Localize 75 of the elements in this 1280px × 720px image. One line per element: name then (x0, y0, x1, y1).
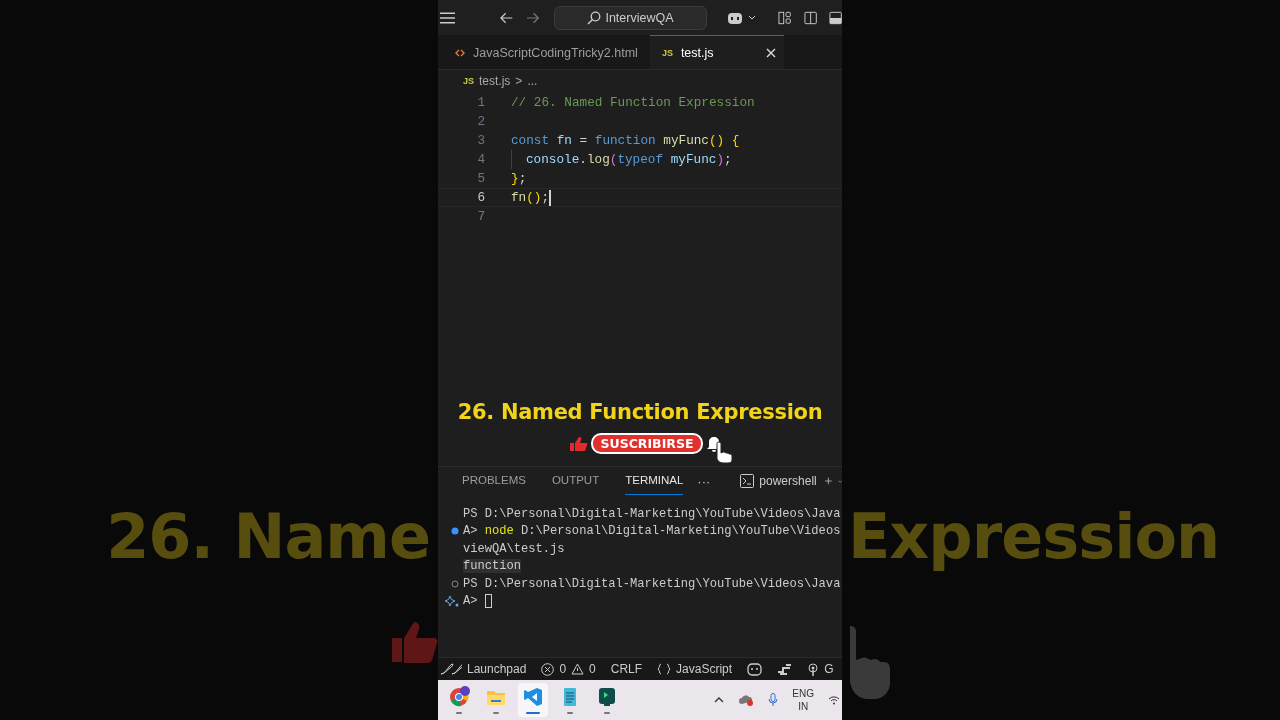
browser-icon (448, 686, 470, 708)
terminal-app-icon (596, 686, 618, 708)
line-number: 3 (476, 133, 485, 148)
panel-tab[interactable]: TERMINAL (625, 467, 684, 495)
panel-tab[interactable]: PROBLEMS (462, 467, 526, 495)
search-icon (587, 10, 602, 25)
js-file-icon: JS (463, 76, 474, 86)
backdrop-title: Expression (848, 500, 1220, 573)
thumbs-up-icon (390, 620, 438, 664)
wifi-icon[interactable] (828, 695, 840, 705)
code-line: // 26. Named Function Expression (511, 95, 755, 110)
code-line: }; (511, 171, 527, 186)
chevron-down-icon[interactable] (837, 478, 842, 484)
video-caption: 26. Named Function Expression (457, 400, 823, 424)
sparkle-icon (445, 595, 459, 608)
broadcast-icon (807, 662, 820, 676)
terminal-icon (740, 474, 755, 488)
breadcrumb-item[interactable]: test.js (479, 74, 511, 88)
code-line: const fn = function myFunc() { (511, 133, 740, 148)
line-number: 7 (476, 209, 485, 224)
microphone-icon[interactable] (768, 693, 779, 707)
split-view-icon[interactable] (803, 10, 817, 25)
text-cursor (549, 189, 552, 206)
warning-icon (571, 663, 585, 675)
chevron-down-icon (748, 15, 757, 20)
code-editor-icon (522, 686, 544, 708)
robot-icon (727, 10, 744, 25)
braces-icon (657, 663, 672, 675)
panel-tab[interactable]: OUTPUT (551, 467, 600, 495)
language-status[interactable]: JavaScript (657, 662, 733, 676)
status-circle-icon (451, 579, 459, 588)
code-brackets-icon (455, 48, 465, 57)
breadcrumb-separator: > (515, 74, 523, 88)
terminal-line: A> node D:\Personal\Digital-Marketing\YouTube\Videos (463, 524, 841, 539)
line-number: 1 (476, 95, 485, 110)
code-line: fn(); (511, 189, 552, 206)
line-ending-status[interactable]: CRLF (610, 662, 643, 676)
panel-toggle-icon[interactable] (828, 10, 842, 25)
terminal-line: PS D:\Personal\Digital-Marketing\YouTube\Videos\Java (463, 576, 841, 591)
forward-arrow-icon[interactable] (526, 11, 540, 24)
backdrop-title: 26. Name (106, 500, 430, 573)
layout-icon[interactable] (778, 10, 792, 25)
line-number: 5 (476, 171, 485, 186)
js-file-icon: JS (661, 47, 673, 58)
close-icon[interactable] (765, 47, 776, 58)
line-number: 2 (476, 114, 485, 129)
robot-icon[interactable] (747, 662, 763, 676)
terminal-selector[interactable]: powershell (740, 474, 817, 488)
terminal-line: PS D:\Personal\Digital-Marketing\YouTube\Videos\Java (463, 506, 841, 521)
code-line: console.log(typeof myFunc); (511, 150, 732, 169)
back-arrow-icon[interactable] (500, 11, 514, 24)
plus-icon[interactable] (824, 475, 832, 487)
editor-tab[interactable]: JS test.js (649, 35, 784, 69)
terminal-line: viewQA\test.js (463, 541, 565, 556)
launchpad-button[interactable]: Launchpad (440, 662, 527, 676)
menu-icon[interactable] (440, 11, 456, 24)
error-icon (541, 662, 555, 676)
search-field[interactable]: InterviewQA (553, 5, 708, 30)
thumbs-up-icon[interactable] (568, 435, 587, 452)
line-number: 4 (476, 152, 485, 167)
problems-status[interactable]: 0 0 (541, 662, 596, 676)
chevron-up-icon[interactable] (714, 697, 725, 703)
go-live-button[interactable]: G (807, 662, 834, 676)
more-button[interactable]: ··· (697, 473, 711, 489)
line-number: 6 (476, 190, 485, 205)
status-dot-icon (451, 527, 459, 536)
cloud-icon[interactable] (738, 694, 755, 706)
ports-icon[interactable] (777, 663, 793, 675)
input-language[interactable]: ENG IN (792, 687, 814, 713)
breadcrumb-item[interactable]: ... (527, 74, 538, 88)
subscribe-button[interactable]: SUSCRIBIRSE (590, 433, 704, 454)
terminal-line: A> (463, 594, 479, 609)
taskbar-app[interactable] (518, 683, 548, 717)
hand-cursor-icon (715, 441, 734, 463)
copilot-menu[interactable] (727, 10, 757, 25)
